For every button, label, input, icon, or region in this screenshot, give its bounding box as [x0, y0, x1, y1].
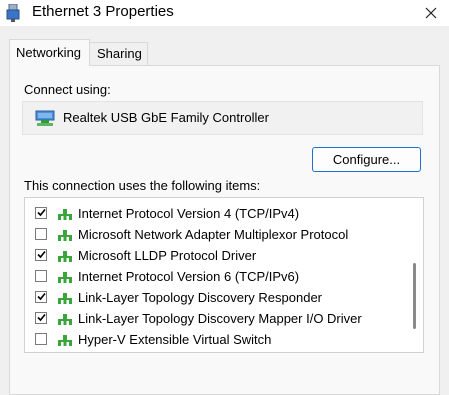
list-item[interactable]: Hyper-V Extensible Virtual Switch [25, 329, 401, 350]
protocol-icon [58, 314, 72, 325]
item-checkbox[interactable] [35, 228, 47, 240]
items-section-label: This connection uses the following items… [24, 178, 261, 193]
title-bar[interactable]: Ethernet 3 Properties [0, 0, 449, 26]
list-item[interactable]: Link-Layer Topology Discovery Responder [25, 287, 401, 308]
protocol-icon [58, 230, 72, 241]
scroll-thumb[interactable] [413, 263, 416, 329]
tab-sharing[interactable]: Sharing [90, 42, 148, 65]
item-label: Hyper-V Extensible Virtual Switch [78, 332, 272, 347]
connect-using-label: Connect using: [24, 82, 111, 97]
protocol-icon [58, 293, 72, 304]
checkmark-icon [37, 208, 46, 217]
item-label: Internet Protocol Version 4 (TCP/IPv4) [78, 206, 300, 221]
list-item[interactable]: Internet Protocol Version 4 (TCP/IPv4) [25, 203, 401, 224]
protocol-icon [58, 209, 72, 220]
configure-button[interactable]: Configure... [312, 147, 421, 172]
item-label: Microsoft LLDP Protocol Driver [78, 248, 257, 263]
item-label: Link-Layer Topology Discovery Mapper I/O… [78, 311, 362, 326]
list-item[interactable]: Internet Protocol Version 6 (TCP/IPv6) [25, 266, 401, 287]
checkmark-icon [37, 313, 46, 322]
item-checkbox[interactable] [35, 249, 47, 261]
list-item[interactable]: Microsoft Network Adapter Multiplexor Pr… [25, 224, 401, 245]
item-label: Internet Protocol Version 6 (TCP/IPv6) [78, 269, 300, 284]
tab-networking[interactable]: Networking [9, 39, 90, 66]
checkmark-icon [37, 292, 46, 301]
close-icon [425, 7, 437, 19]
protocol-icon [58, 335, 72, 346]
network-adapter-icon [6, 4, 20, 22]
close-button[interactable] [414, 0, 449, 26]
item-checkbox[interactable] [35, 312, 47, 324]
checkmark-icon [37, 250, 46, 259]
item-label: Microsoft Network Adapter Multiplexor Pr… [78, 227, 349, 242]
item-label: Link-Layer Topology Discovery Responder [78, 290, 322, 305]
items-list[interactable]: Internet Protocol Version 4 (TCP/IPv4) M… [24, 197, 424, 353]
list-item[interactable]: Microsoft LLDP Protocol Driver [25, 245, 401, 266]
item-checkbox[interactable] [35, 291, 47, 303]
adapter-box: Realtek USB GbE Family Controller [22, 101, 423, 135]
list-item[interactable]: Link-Layer Topology Discovery Mapper I/O… [25, 308, 401, 329]
protocol-icon [58, 272, 72, 283]
adapter-name: Realtek USB GbE Family Controller [63, 110, 269, 125]
protocol-icon [58, 251, 72, 262]
item-checkbox[interactable] [35, 333, 47, 345]
items-scrollbar[interactable] [407, 198, 423, 352]
network-adapter-icon [35, 110, 55, 126]
window-title: Ethernet 3 Properties [32, 3, 174, 20]
item-checkbox[interactable] [35, 270, 47, 282]
item-checkbox[interactable] [35, 207, 47, 219]
